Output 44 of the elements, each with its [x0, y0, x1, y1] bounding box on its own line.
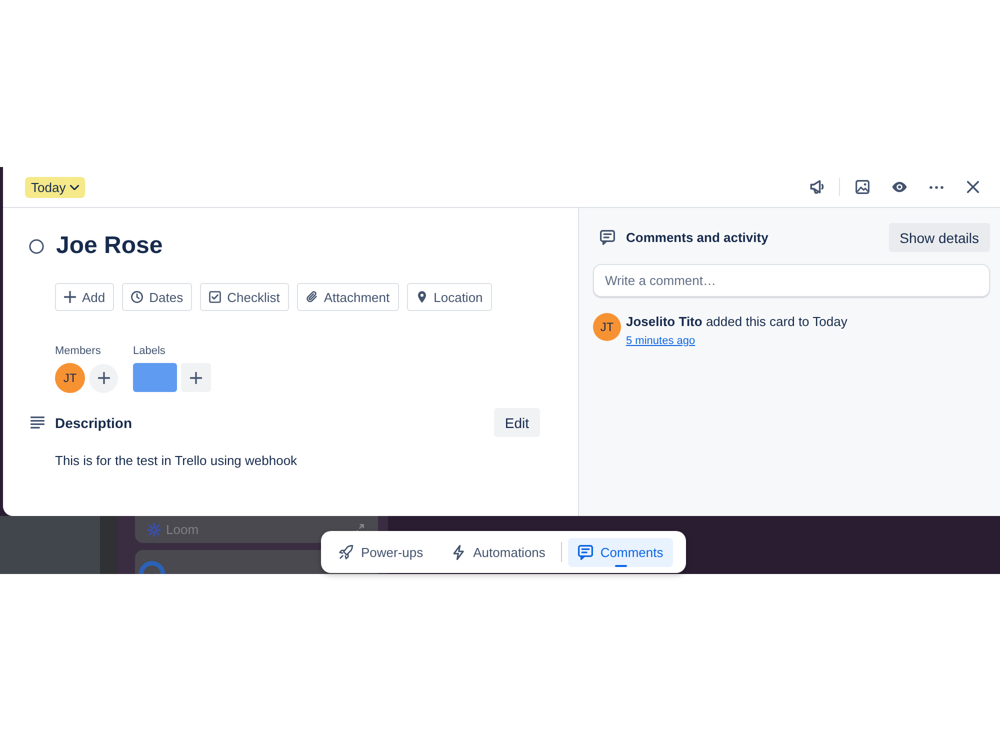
lightning-icon: [451, 544, 466, 560]
location-button[interactable]: Location: [406, 283, 492, 311]
comment-icon: [578, 544, 594, 560]
add-button[interactable]: Add: [55, 283, 114, 311]
list-dropdown[interactable]: Today: [25, 176, 85, 198]
more-icon[interactable]: [928, 186, 944, 188]
location-pin-icon: [416, 291, 428, 303]
comments-button[interactable]: Comments: [568, 538, 674, 566]
text-lines-icon: [30, 416, 45, 429]
activity-heading: Comments and activity: [626, 230, 768, 245]
description-text: This is for the test in Trello using webhook: [55, 452, 298, 469]
activity-text: Joselito Tito added this card to Today: [626, 313, 848, 330]
labels-label: Labels: [133, 345, 166, 358]
card-title: Joe Rose: [56, 231, 163, 261]
megaphone-icon[interactable]: [810, 180, 824, 194]
eye-icon[interactable]: [892, 180, 906, 194]
plus-icon: [190, 372, 202, 384]
members-label: Members: [55, 345, 102, 358]
attachment-button[interactable]: Attachment: [296, 283, 399, 311]
complete-checkbox[interactable]: [29, 238, 44, 254]
member-avatar[interactable]: JT: [593, 313, 621, 341]
image-icon[interactable]: [854, 180, 870, 194]
automations-button[interactable]: Automations: [443, 538, 554, 566]
add-label-button[interactable]: [181, 363, 211, 392]
power-ups-button[interactable]: Power-ups: [331, 538, 432, 566]
caret-icon: [70, 184, 79, 190]
edit-button[interactable]: Edit: [494, 408, 540, 437]
plus-icon: [98, 372, 110, 384]
show-details-button[interactable]: Show details: [888, 223, 990, 252]
dates-button[interactable]: Dates: [122, 283, 192, 311]
clock-icon: [131, 291, 144, 303]
paperclip-icon: [306, 291, 318, 303]
comment-icon: [600, 230, 615, 245]
plus-icon: [64, 291, 76, 303]
description-heading: Description: [55, 414, 132, 430]
checkbox-icon: [209, 291, 222, 303]
member-avatar[interactable]: JT: [55, 363, 85, 393]
close-icon[interactable]: [967, 181, 979, 193]
add-member-button[interactable]: [89, 364, 118, 392]
timestamp-link[interactable]: 5 minutes ago: [626, 333, 696, 349]
checklist-button[interactable]: Checklist: [200, 283, 289, 311]
asterisk-icon: [147, 522, 161, 536]
rocket-icon: [339, 544, 354, 560]
comment-input[interactable]: Write a comment…: [593, 264, 990, 297]
